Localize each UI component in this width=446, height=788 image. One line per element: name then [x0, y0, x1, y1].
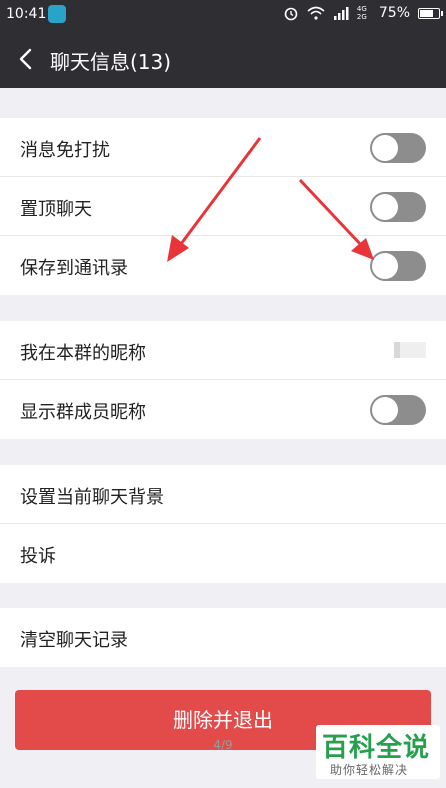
back-arrow-icon[interactable]	[14, 44, 38, 74]
status-right: 4G 2G 75%	[283, 5, 443, 21]
alarm-icon	[284, 7, 298, 21]
row-label: 清空聊天记录	[20, 630, 128, 651]
watermark-title: 百科全说	[322, 733, 431, 763]
settings-group-3: 设置当前聊天背景 投诉	[0, 465, 446, 583]
battery-icon	[418, 7, 443, 19]
row-my-group-nickname[interactable]: 我在本群的昵称	[0, 321, 446, 380]
settings-group-4: 清空聊天记录	[0, 608, 446, 667]
row-complain[interactable]: 投诉	[0, 524, 446, 583]
row-label: 置顶聊天	[20, 199, 92, 220]
row-pin-chat[interactable]: 置顶聊天	[0, 177, 446, 236]
status-time: 10:41	[6, 6, 47, 22]
baike-watermark: 百科全说 助你轻松解决	[316, 725, 440, 779]
row-save-to-contacts[interactable]: 保存到通讯录	[0, 236, 446, 295]
battery-percent: 75%	[378, 5, 410, 21]
signal-icon	[333, 7, 349, 20]
row-label: 保存到通讯录	[20, 258, 128, 279]
network-type-label: 4G 2G	[356, 5, 367, 21]
row-label: 消息免打扰	[20, 140, 110, 161]
row-clear-chat-history[interactable]: 清空聊天记录	[0, 608, 446, 667]
page-title: 聊天信息(13)	[50, 50, 172, 74]
row-label: 投诉	[20, 546, 56, 567]
watermark-subtitle: 助你轻松解决	[330, 763, 409, 777]
scan-app-icon	[48, 5, 66, 23]
row-set-chat-background[interactable]: 设置当前聊天背景	[0, 465, 446, 524]
settings-group-1: 消息免打扰 置顶聊天 保存到通讯录	[0, 118, 446, 295]
settings-group-2: 我在本群的昵称 显示群成员昵称	[0, 321, 446, 439]
mute-toggle[interactable]	[370, 133, 426, 163]
nickname-value-blurred	[394, 342, 426, 358]
save-contacts-toggle[interactable]	[370, 251, 426, 281]
wifi-icon	[307, 6, 325, 20]
row-label: 我在本群的昵称	[20, 343, 146, 364]
title-bar: 聊天信息(13)	[0, 30, 446, 88]
show-nicknames-toggle[interactable]	[370, 395, 426, 425]
row-label: 设置当前聊天背景	[20, 487, 164, 508]
pin-toggle[interactable]	[370, 192, 426, 222]
row-label: 显示群成员昵称	[20, 402, 146, 423]
row-show-member-nicknames[interactable]: 显示群成员昵称	[0, 380, 446, 439]
row-mute-notifications[interactable]: 消息免打扰	[0, 118, 446, 177]
status-bar: 10:41 4G 2G 75%	[0, 0, 446, 30]
